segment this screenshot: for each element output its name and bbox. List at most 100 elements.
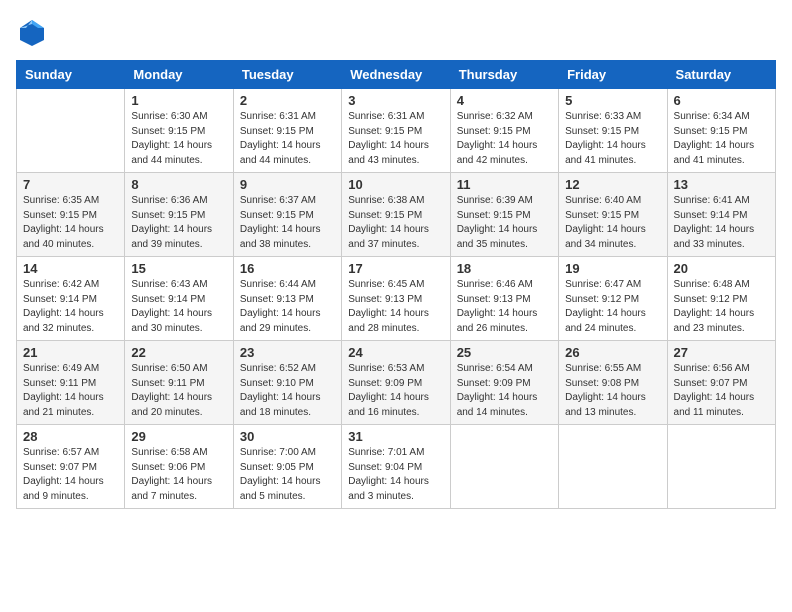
day-info: Sunrise: 6:55 AMSunset: 9:08 PMDaylight:… xyxy=(565,362,660,420)
header-day-sunday: Sunday xyxy=(17,61,125,89)
calendar-table: SundayMondayTuesdayWednesdayThursdayFrid… xyxy=(16,60,776,509)
day-info: Sunrise: 6:57 AMSunset: 9:07 PMDaylight:… xyxy=(23,446,118,504)
day-number: 22 xyxy=(131,345,226,360)
day-info: Sunrise: 6:31 AMSunset: 9:15 PMDaylight:… xyxy=(348,110,443,168)
header-row: SundayMondayTuesdayWednesdayThursdayFrid… xyxy=(17,61,776,89)
day-info: Sunrise: 6:40 AMSunset: 9:15 PMDaylight:… xyxy=(565,194,660,252)
calendar-cell: 3 Sunrise: 6:31 AMSunset: 9:15 PMDaylight… xyxy=(342,89,450,173)
week-row-2: 7 Sunrise: 6:35 AMSunset: 9:15 PMDaylight… xyxy=(17,173,776,257)
calendar-cell: 5 Sunrise: 6:33 AMSunset: 9:15 PMDaylight… xyxy=(559,89,667,173)
day-info: Sunrise: 6:56 AMSunset: 9:07 PMDaylight:… xyxy=(674,362,769,420)
day-number: 7 xyxy=(23,177,118,192)
day-number: 19 xyxy=(565,261,660,276)
day-info: Sunrise: 6:52 AMSunset: 9:10 PMDaylight:… xyxy=(240,362,335,420)
day-number: 26 xyxy=(565,345,660,360)
day-number: 14 xyxy=(23,261,118,276)
calendar-cell: 13 Sunrise: 6:41 AMSunset: 9:14 PMDayligh… xyxy=(667,173,775,257)
day-number: 2 xyxy=(240,93,335,108)
day-number: 12 xyxy=(565,177,660,192)
day-info: Sunrise: 6:43 AMSunset: 9:14 PMDaylight:… xyxy=(131,278,226,336)
calendar-cell: 29Sunrise: 6:58 AMSunset: 9:06 PMDayligh… xyxy=(125,425,233,509)
calendar-cell: 12 Sunrise: 6:40 AMSunset: 9:15 PMDayligh… xyxy=(559,173,667,257)
calendar-cell: 6 Sunrise: 6:34 AMSunset: 9:15 PMDaylight… xyxy=(667,89,775,173)
calendar-cell: 24 Sunrise: 6:53 AMSunset: 9:09 PMDayligh… xyxy=(342,341,450,425)
day-info: Sunrise: 6:53 AMSunset: 9:09 PMDaylight:… xyxy=(348,362,443,420)
day-info: Sunrise: 6:46 AMSunset: 9:13 PMDaylight:… xyxy=(457,278,552,336)
calendar-cell: 21 Sunrise: 6:49 AMSunset: 9:11 PMDayligh… xyxy=(17,341,125,425)
day-info: Sunrise: 6:35 AMSunset: 9:15 PMDaylight:… xyxy=(23,194,118,252)
page-header xyxy=(16,16,776,48)
calendar-cell: 17 Sunrise: 6:45 AMSunset: 9:13 PMDayligh… xyxy=(342,257,450,341)
logo-icon xyxy=(16,16,48,48)
calendar-cell: 23 Sunrise: 6:52 AMSunset: 9:10 PMDayligh… xyxy=(233,341,341,425)
day-number: 15 xyxy=(131,261,226,276)
calendar-cell: 2Sunrise: 6:31 AMSunset: 9:15 PMDaylight… xyxy=(233,89,341,173)
day-info: Sunrise: 6:48 AMSunset: 9:12 PMDaylight:… xyxy=(674,278,769,336)
calendar-cell: 14Sunrise: 6:42 AMSunset: 9:14 PMDayligh… xyxy=(17,257,125,341)
day-info: Sunrise: 6:45 AMSunset: 9:13 PMDaylight:… xyxy=(348,278,443,336)
day-info: Sunrise: 6:34 AMSunset: 9:15 PMDaylight:… xyxy=(674,110,769,168)
calendar-cell: 18 Sunrise: 6:46 AMSunset: 9:13 PMDayligh… xyxy=(450,257,558,341)
day-number: 5 xyxy=(565,93,660,108)
day-info: Sunrise: 6:33 AMSunset: 9:15 PMDaylight:… xyxy=(565,110,660,168)
calendar-cell: 28 Sunrise: 6:57 AMSunset: 9:07 PMDayligh… xyxy=(17,425,125,509)
day-info: Sunrise: 6:41 AMSunset: 9:14 PMDaylight:… xyxy=(674,194,769,252)
calendar-cell: 31 Sunrise: 7:01 AMSunset: 9:04 PMDayligh… xyxy=(342,425,450,509)
header-day-wednesday: Wednesday xyxy=(342,61,450,89)
calendar-cell: 10 Sunrise: 6:38 AMSunset: 9:15 PMDayligh… xyxy=(342,173,450,257)
calendar-header: SundayMondayTuesdayWednesdayThursdayFrid… xyxy=(17,61,776,89)
calendar-cell: 4 Sunrise: 6:32 AMSunset: 9:15 PMDaylight… xyxy=(450,89,558,173)
calendar-cell: 19 Sunrise: 6:47 AMSunset: 9:12 PMDayligh… xyxy=(559,257,667,341)
calendar-cell: 11Sunrise: 6:39 AMSunset: 9:15 PMDayligh… xyxy=(450,173,558,257)
calendar-cell: 16Sunrise: 6:44 AMSunset: 9:13 PMDayligh… xyxy=(233,257,341,341)
day-info: Sunrise: 6:30 AMSunset: 9:15 PMDaylight:… xyxy=(131,110,226,168)
day-number: 20 xyxy=(674,261,769,276)
header-day-monday: Monday xyxy=(125,61,233,89)
day-info: Sunrise: 6:54 AMSunset: 9:09 PMDaylight:… xyxy=(457,362,552,420)
day-number: 4 xyxy=(457,93,552,108)
day-info: Sunrise: 6:38 AMSunset: 9:15 PMDaylight:… xyxy=(348,194,443,252)
day-number: 8 xyxy=(131,177,226,192)
calendar-cell: 7 Sunrise: 6:35 AMSunset: 9:15 PMDaylight… xyxy=(17,173,125,257)
calendar-cell: 25Sunrise: 6:54 AMSunset: 9:09 PMDayligh… xyxy=(450,341,558,425)
day-info: Sunrise: 6:47 AMSunset: 9:12 PMDaylight:… xyxy=(565,278,660,336)
calendar-cell: 22 Sunrise: 6:50 AMSunset: 9:11 PMDayligh… xyxy=(125,341,233,425)
logo xyxy=(16,16,54,48)
day-number: 24 xyxy=(348,345,443,360)
day-number: 3 xyxy=(348,93,443,108)
header-day-saturday: Saturday xyxy=(667,61,775,89)
day-number: 21 xyxy=(23,345,118,360)
day-info: Sunrise: 6:39 AMSunset: 9:15 PMDaylight:… xyxy=(457,194,552,252)
calendar-cell: 26 Sunrise: 6:55 AMSunset: 9:08 PMDayligh… xyxy=(559,341,667,425)
day-info: Sunrise: 6:49 AMSunset: 9:11 PMDaylight:… xyxy=(23,362,118,420)
day-info: Sunrise: 6:50 AMSunset: 9:11 PMDaylight:… xyxy=(131,362,226,420)
day-number: 10 xyxy=(348,177,443,192)
day-info: Sunrise: 7:01 AMSunset: 9:04 PMDaylight:… xyxy=(348,446,443,504)
day-number: 17 xyxy=(348,261,443,276)
calendar-cell: 1 Sunrise: 6:30 AMSunset: 9:15 PMDaylight… xyxy=(125,89,233,173)
day-number: 16 xyxy=(240,261,335,276)
calendar-cell: 8Sunrise: 6:36 AMSunset: 9:15 PMDaylight… xyxy=(125,173,233,257)
day-number: 28 xyxy=(23,429,118,444)
day-number: 13 xyxy=(674,177,769,192)
day-info: Sunrise: 6:32 AMSunset: 9:15 PMDaylight:… xyxy=(457,110,552,168)
day-info: Sunrise: 6:37 AMSunset: 9:15 PMDaylight:… xyxy=(240,194,335,252)
day-number: 31 xyxy=(348,429,443,444)
day-number: 23 xyxy=(240,345,335,360)
week-row-1: 1 Sunrise: 6:30 AMSunset: 9:15 PMDaylight… xyxy=(17,89,776,173)
day-number: 1 xyxy=(131,93,226,108)
header-day-thursday: Thursday xyxy=(450,61,558,89)
calendar-cell xyxy=(559,425,667,509)
week-row-4: 21 Sunrise: 6:49 AMSunset: 9:11 PMDayligh… xyxy=(17,341,776,425)
day-number: 18 xyxy=(457,261,552,276)
week-row-3: 14Sunrise: 6:42 AMSunset: 9:14 PMDayligh… xyxy=(17,257,776,341)
calendar-cell xyxy=(17,89,125,173)
day-info: Sunrise: 6:58 AMSunset: 9:06 PMDaylight:… xyxy=(131,446,226,504)
calendar-body: 1 Sunrise: 6:30 AMSunset: 9:15 PMDaylight… xyxy=(17,89,776,509)
day-number: 30 xyxy=(240,429,335,444)
day-number: 6 xyxy=(674,93,769,108)
calendar-cell: 9Sunrise: 6:37 AMSunset: 9:15 PMDaylight… xyxy=(233,173,341,257)
calendar-cell xyxy=(450,425,558,509)
calendar-cell xyxy=(667,425,775,509)
day-number: 27 xyxy=(674,345,769,360)
